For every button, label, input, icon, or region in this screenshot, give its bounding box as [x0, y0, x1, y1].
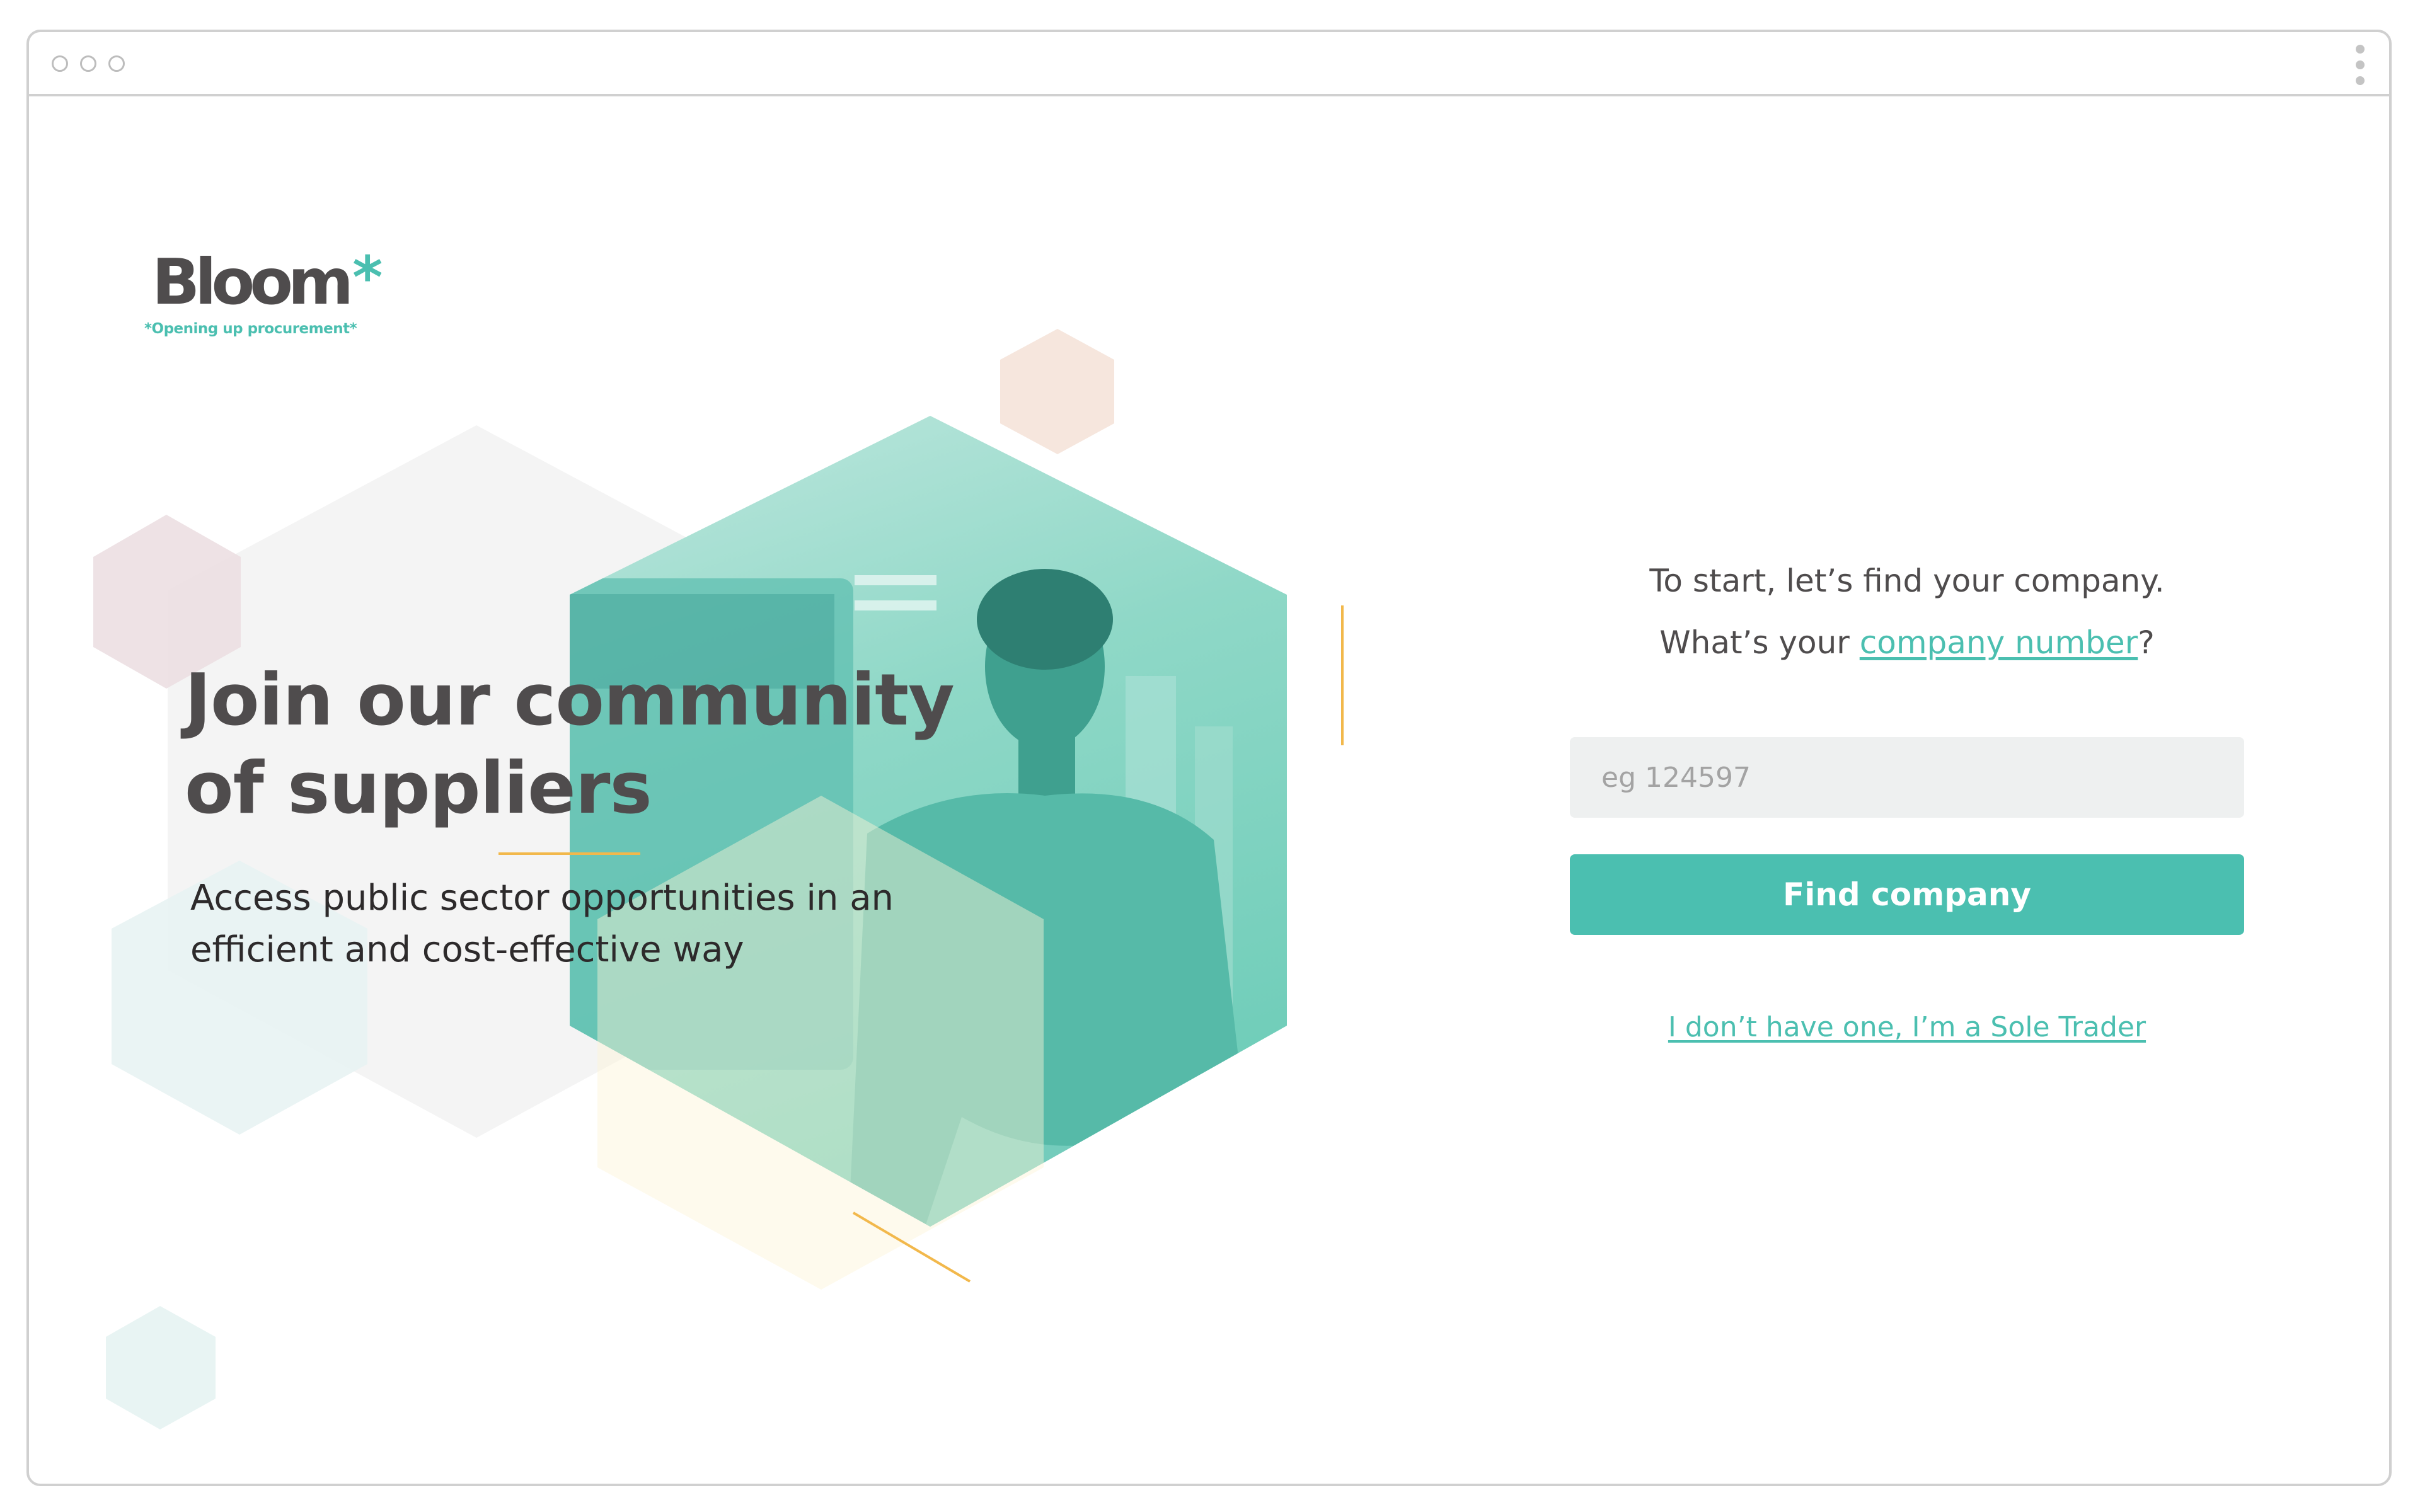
- peach-hexagon: [1000, 329, 1114, 454]
- kebab-menu-icon[interactable]: [2354, 45, 2366, 85]
- headline-line: of suppliers: [185, 747, 652, 830]
- prompt-text: To start, let’s find your company.: [1649, 563, 2165, 599]
- subtext-line: efficient and cost-effective way: [190, 929, 744, 970]
- window-dot-icon[interactable]: [108, 55, 125, 72]
- window-titlebar: [29, 32, 2389, 96]
- browser-window: Bloom* *Opening up procurement* Join our…: [26, 30, 2392, 1486]
- logo-star-icon: *: [352, 244, 383, 311]
- hero-subtext: Access public sector opportunities in an…: [190, 873, 1073, 976]
- logo-wordmark: Bloom: [152, 245, 354, 319]
- window-dot-icon[interactable]: [52, 55, 68, 72]
- prompt-suffix: ?: [2138, 624, 2155, 661]
- find-company-button[interactable]: Find company: [1570, 854, 2244, 935]
- subtext-line: Access public sector opportunities in an: [190, 878, 894, 919]
- company-number-question: What’s your company number?: [1541, 624, 2273, 661]
- company-search-panel: To start, let’s find your company. What’…: [1541, 96, 2273, 1484]
- page-title: Join our community of suppliers: [185, 656, 1067, 832]
- page-content: Bloom* *Opening up procurement* Join our…: [29, 96, 2389, 1484]
- window-dot-icon[interactable]: [80, 55, 96, 72]
- headline-line: Join our community: [185, 658, 955, 742]
- headline-divider: [498, 852, 640, 855]
- company-number-link[interactable]: company number: [1860, 624, 2138, 661]
- prompt-prefix: What’s your: [1659, 624, 1860, 661]
- sole-trader-link[interactable]: I don’t have one, I’m a Sole Trader: [1668, 1011, 2146, 1043]
- company-number-input[interactable]: [1570, 737, 2244, 818]
- small-teal-hexagon: [106, 1306, 216, 1429]
- sole-trader-row: I don’t have one, I’m a Sole Trader: [1541, 1011, 2273, 1043]
- bloom-logo[interactable]: Bloom* *Opening up procurement*: [124, 246, 383, 338]
- logo-tagline: *Opening up procurement*: [144, 321, 357, 337]
